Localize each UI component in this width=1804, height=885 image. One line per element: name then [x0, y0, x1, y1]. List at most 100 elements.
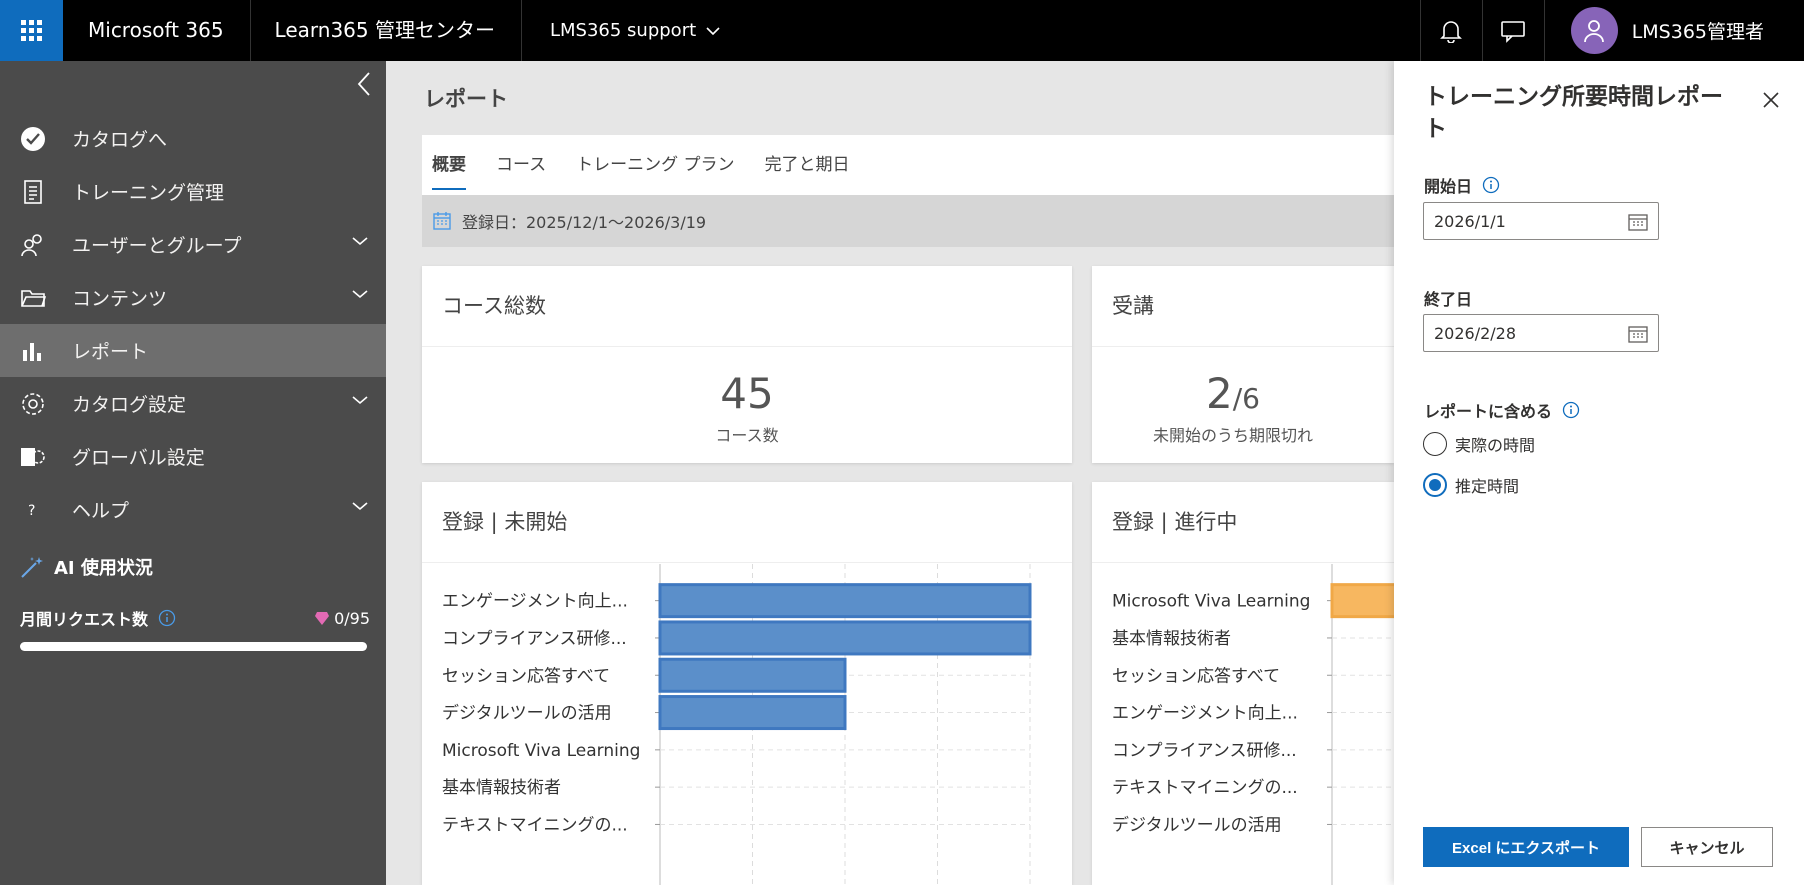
not-started-chart: エンゲージメント向上... コンプライアンス研修... セッション応答すべてデジタル… — [442, 564, 1032, 885]
sidebar-item-help[interactable]: ? ヘルプ — [0, 483, 386, 536]
category-label: 基本情報技術者 — [1112, 629, 1231, 649]
sidebar-item-label: ユーザーとグループ — [72, 235, 242, 257]
cancel-button[interactable]: キャンセル — [1641, 827, 1773, 867]
app-title[interactable]: Learn365 管理センター — [251, 0, 522, 61]
enrolled-not-started-card: 登録 | 未開始 エンゲージメント向上... コンプライアンス研修... セッション… — [422, 482, 1072, 885]
notifications-button[interactable] — [1419, 0, 1482, 61]
sidebar-item-users[interactable]: ユーザーとグループ — [0, 218, 386, 271]
sidebar-item-label: カタログ設定 — [72, 394, 187, 416]
folder-icon — [20, 285, 46, 311]
training-doc-icon — [20, 179, 46, 205]
avatar — [1570, 7, 1618, 54]
bar[interactable] — [658, 583, 1032, 619]
chevron-left-icon — [357, 72, 370, 96]
chevron-down-icon — [352, 396, 368, 405]
course-total-label: コース数 — [715, 426, 779, 445]
magic-wand-icon — [21, 557, 43, 578]
waffle-icon — [21, 20, 42, 41]
card-title: コース総数 — [422, 266, 1072, 347]
attendance-label: 未開始のうち期限切れ — [1152, 426, 1313, 445]
attendance-total: /6 — [1232, 382, 1260, 415]
info-icon[interactable] — [158, 609, 176, 627]
course-total-card: コース総数 45 コース数 — [422, 266, 1072, 463]
svg-text:?: ? — [28, 503, 35, 519]
user-name: LMS365管理者 — [1631, 21, 1764, 43]
info-icon[interactable] — [1562, 401, 1580, 419]
bar-chart-icon — [20, 338, 46, 364]
tab-training-plans[interactable]: トレーニング プラン — [576, 135, 734, 196]
radio-circle[interactable] — [1423, 473, 1447, 497]
end-date-input[interactable]: 2026/2/28 — [1423, 314, 1659, 352]
end-date-label: 終了日 — [1424, 290, 1473, 309]
feedback-button[interactable] — [1481, 0, 1544, 61]
category-label: Microsoft Viva Learning — [1112, 592, 1310, 612]
sidebar: カタログへ トレーニング管理 ユーザーとグループ コンテンツ レポート カタログ… — [0, 61, 386, 885]
chevron-down-icon — [352, 290, 368, 299]
in-progress-chart: Microsoft Viva Learning 基本情報技術者セッション応答すべて… — [1112, 564, 1394, 885]
sidebar-item-catalog-settings[interactable]: カタログ設定 — [0, 377, 386, 430]
sidebar-item-training[interactable]: トレーニング管理 — [0, 165, 386, 218]
bell-icon — [1440, 20, 1463, 43]
page-title: レポート — [424, 87, 508, 111]
request-count: 0/95 — [314, 609, 370, 628]
help-icon: ? — [20, 497, 46, 523]
export-excel-button[interactable]: Excel にエクスポート — [1423, 827, 1629, 867]
card-title: 受講 — [1092, 266, 1394, 347]
brand-link[interactable]: Microsoft 365 — [63, 0, 251, 61]
attendance-card: 受講 2/6 未開始のうち期限切れ — [1092, 266, 1394, 463]
sidebar-item-global-settings[interactable]: グローバル設定 — [0, 430, 386, 483]
tabs-bar: 概要 コース トレーニング プラン 完了と期日 — [422, 135, 1394, 196]
radio-label: 推定時間 — [1455, 477, 1520, 496]
tab-overview[interactable]: 概要 — [432, 135, 466, 196]
start-date-label: 開始日 — [1424, 177, 1473, 196]
date-filter[interactable]: 登録日：2025/12/1〜2026/3/19 — [422, 195, 1394, 247]
bar[interactable] — [658, 695, 847, 731]
radio-label: 実際の時間 — [1455, 436, 1536, 455]
category-label: セッション応答すべて — [1112, 666, 1280, 686]
sidebar-nav: カタログへ トレーニング管理 ユーザーとグループ コンテンツ レポート カタログ… — [0, 112, 386, 536]
bar[interactable] — [658, 620, 1032, 656]
request-progress-bar — [20, 642, 367, 651]
sidebar-item-reports[interactable]: レポート — [0, 324, 386, 377]
category-label: デジタルツールの活用 — [1112, 814, 1282, 835]
ai-usage-title: AI 使用状況 — [20, 554, 370, 580]
monthly-requests-label: 月間リクエスト数 — [20, 610, 149, 629]
radio-circle[interactable] — [1423, 432, 1447, 456]
sidebar-item-catalog[interactable]: カタログへ — [0, 112, 386, 165]
sidebar-item-label: レポート — [72, 341, 149, 363]
category-label: エンゲージメント向上... — [442, 592, 628, 612]
end-date-value: 2026/2/28 — [1434, 323, 1517, 343]
tenant-selector[interactable]: LMS365 support — [522, 0, 720, 61]
attendance-value: 2/6 — [1072, 369, 1394, 418]
sidebar-item-content[interactable]: コンテンツ — [0, 271, 386, 324]
bar[interactable] — [1330, 583, 1394, 619]
calendar-icon[interactable] — [1628, 212, 1648, 232]
date-filter-label: 登録日：2025/12/1〜2026/3/19 — [462, 213, 707, 232]
start-date-input[interactable]: 2026/1/1 — [1423, 202, 1659, 240]
chevron-down-icon — [706, 26, 720, 35]
app-launcher-button[interactable] — [0, 0, 63, 61]
calendar-icon[interactable] — [1628, 324, 1648, 344]
radio-estimated-time[interactable]: 推定時間 — [1423, 473, 1519, 497]
top-bar: Microsoft 365 Learn365 管理センター LMS365 sup… — [0, 0, 1804, 61]
tab-completion[interactable]: 完了と期日 — [765, 135, 850, 196]
collapse-sidebar-button[interactable] — [355, 71, 375, 97]
chevron-down-icon — [352, 502, 368, 511]
catalog-check-icon — [20, 126, 46, 152]
tenant-name: LMS365 support — [549, 20, 697, 41]
ai-usage-label: AI 使用状況 — [54, 558, 153, 579]
info-icon[interactable] — [1482, 176, 1500, 194]
bar[interactable] — [658, 657, 847, 693]
include-label: レポートに含める — [1424, 402, 1553, 421]
monthly-requests-row: 月間リクエスト数 0/95 — [20, 606, 370, 630]
user-menu[interactable]: LMS365管理者 — [1543, 0, 1804, 61]
category-label: エンゲージメント向上... — [1112, 704, 1298, 724]
chat-feedback-icon — [1501, 20, 1525, 43]
training-time-report-panel: トレーニング所要時間レポート 開始日 2026/1/1 終了日 2026/2/2… — [1394, 61, 1804, 885]
close-icon[interactable] — [1762, 91, 1780, 109]
include-label-row: レポートに含める — [1424, 398, 1580, 422]
calendar-icon — [433, 212, 451, 230]
tab-courses[interactable]: コース — [496, 135, 546, 196]
sidebar-item-label: グローバル設定 — [72, 447, 205, 469]
radio-actual-time[interactable]: 実際の時間 — [1423, 432, 1535, 456]
